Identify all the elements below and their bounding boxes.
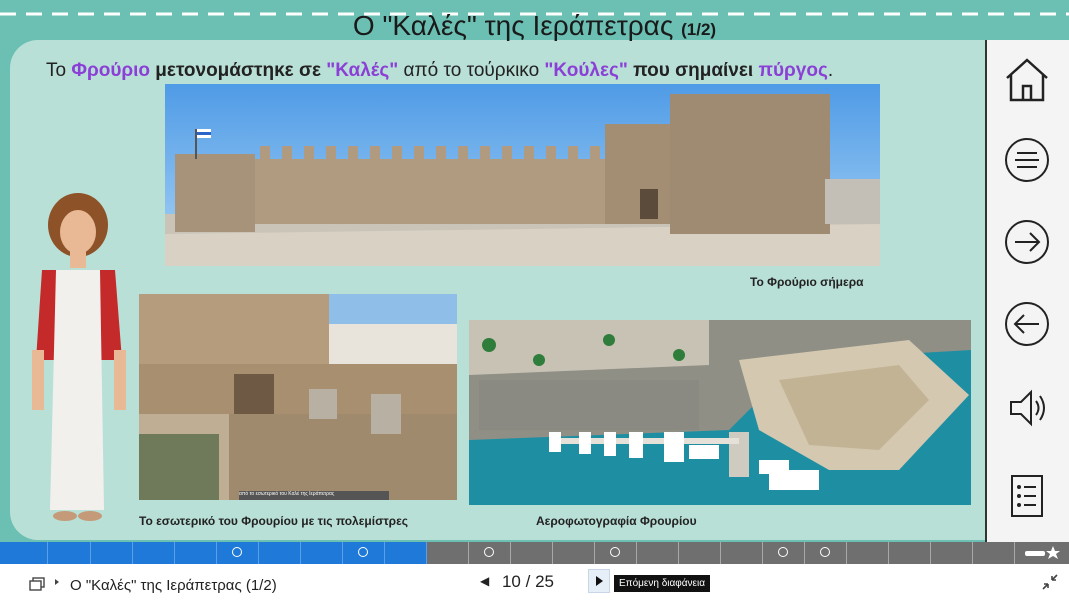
intro-part: από το τούρκικο bbox=[398, 60, 545, 81]
intro-part: . bbox=[827, 60, 834, 81]
progress-segment[interactable] bbox=[721, 542, 763, 564]
intro-part: Το bbox=[46, 60, 72, 81]
narrator-character bbox=[30, 190, 130, 530]
progress-segment[interactable] bbox=[595, 542, 637, 564]
progress-segment[interactable] bbox=[805, 542, 847, 564]
slide-title-main: Ο "Καλές" της Ιεράπετρας bbox=[352, 10, 674, 41]
slide-title-part: (1/2) bbox=[681, 20, 717, 39]
progress-segment[interactable] bbox=[889, 542, 931, 564]
progress-segment[interactable] bbox=[385, 542, 427, 564]
intro-bold: μετονομάστηκε σε bbox=[150, 60, 327, 81]
previous-slide-button[interactable] bbox=[1001, 298, 1053, 350]
progress-segment[interactable] bbox=[175, 542, 217, 564]
pager: ◀ 10 / 25 bbox=[480, 572, 554, 592]
progress-segment[interactable] bbox=[427, 542, 469, 564]
progress-segment[interactable] bbox=[469, 542, 511, 564]
fortress-panorama-photo bbox=[165, 84, 880, 266]
audio-icon bbox=[1010, 389, 1045, 427]
highlight-word: πύργος bbox=[758, 60, 828, 81]
progress-segment[interactable] bbox=[0, 542, 48, 564]
next-icon bbox=[1005, 220, 1049, 264]
progress-segment[interactable] bbox=[133, 542, 175, 564]
slide-canvas: Ο "Καλές" της Ιεράπετρας (1/2) Το Φρούρι… bbox=[0, 0, 1069, 542]
nav-sidebar bbox=[985, 40, 1069, 542]
audio-button[interactable] bbox=[1001, 382, 1053, 434]
progress-marker bbox=[820, 547, 830, 557]
progress-segment[interactable] bbox=[217, 542, 259, 564]
previous-icon bbox=[1005, 302, 1049, 346]
list-icon bbox=[1011, 475, 1043, 517]
caption-fortress-today: Το Φρούριο σήμερα bbox=[750, 275, 864, 289]
star-icon bbox=[1025, 546, 1060, 559]
progress-segment[interactable] bbox=[931, 542, 973, 564]
current-page: 10 bbox=[501, 572, 521, 591]
progress-segment[interactable] bbox=[48, 542, 91, 564]
prev-page-icon[interactable]: ◀ bbox=[480, 574, 489, 588]
progress-segment[interactable] bbox=[91, 542, 133, 564]
photo-credit: από το εσωτερικό του Καλέ της Ιεράπετρας bbox=[239, 491, 335, 497]
caption-aerial: Αεροφωτογραφία Φρουρίου bbox=[536, 514, 697, 528]
home-button[interactable] bbox=[1001, 54, 1053, 106]
progress-marker bbox=[778, 547, 788, 557]
slide-list-button[interactable] bbox=[1001, 470, 1053, 522]
intro-bold: που σημαίνει bbox=[627, 60, 759, 81]
footer-slide-title: Ο "Καλές" της Ιεράπετρας (1/2) bbox=[70, 577, 277, 594]
progress-segment[interactable] bbox=[679, 542, 721, 564]
home-icon bbox=[1006, 58, 1048, 102]
progress-segment[interactable] bbox=[553, 542, 595, 564]
progress-marker bbox=[358, 547, 368, 557]
fortress-interior-photo: από το εσωτερικό του Καλέ της Ιεράπετρας bbox=[139, 294, 457, 500]
slide-progress-bar[interactable] bbox=[0, 542, 1069, 564]
next-page-button[interactable] bbox=[588, 569, 610, 593]
progress-marker bbox=[232, 547, 242, 557]
progress-segment[interactable] bbox=[301, 542, 343, 564]
next-page-icon bbox=[596, 576, 603, 586]
progress-segment[interactable] bbox=[637, 542, 679, 564]
caption-interior: Το εσωτερικό του Φρουρίου με τις πολεμίσ… bbox=[139, 514, 409, 528]
highlight-word: "Καλές" bbox=[326, 60, 399, 81]
total-pages: 25 bbox=[535, 572, 555, 591]
progress-marker bbox=[484, 547, 494, 557]
player-footer: Ο "Καλές" της Ιεράπετρας (1/2) ◀ 10 / 25… bbox=[0, 564, 1069, 600]
menu-button[interactable] bbox=[1001, 134, 1053, 186]
slide-title: Ο "Καλές" της Ιεράπετρας (1/2) bbox=[0, 10, 1069, 42]
progress-segment[interactable] bbox=[511, 542, 553, 564]
next-slide-button[interactable] bbox=[1001, 216, 1053, 268]
progress-segment[interactable] bbox=[973, 542, 1015, 564]
highlight-word: "Κούλες" bbox=[544, 60, 628, 81]
caret-right-icon bbox=[55, 579, 59, 585]
page-separator: / bbox=[525, 572, 531, 591]
highlight-word: Φρούριο bbox=[71, 60, 151, 81]
progress-segment[interactable] bbox=[259, 542, 301, 564]
aerial-photo bbox=[469, 320, 971, 505]
progress-segment[interactable] bbox=[763, 542, 805, 564]
progress-marker bbox=[610, 547, 620, 557]
minimize-icon[interactable] bbox=[1040, 572, 1060, 592]
next-tooltip: Επόμενη διαφάνεια bbox=[614, 575, 710, 592]
progress-segment[interactable] bbox=[847, 542, 889, 564]
progress-segment[interactable] bbox=[343, 542, 385, 564]
menu-icon bbox=[1005, 138, 1049, 182]
progress-segment[interactable] bbox=[1015, 542, 1069, 564]
intro-text: Το Φρούριο μετονομάστηκε σε "Καλές" από … bbox=[46, 60, 833, 82]
slides-panel-icon[interactable] bbox=[28, 575, 48, 595]
